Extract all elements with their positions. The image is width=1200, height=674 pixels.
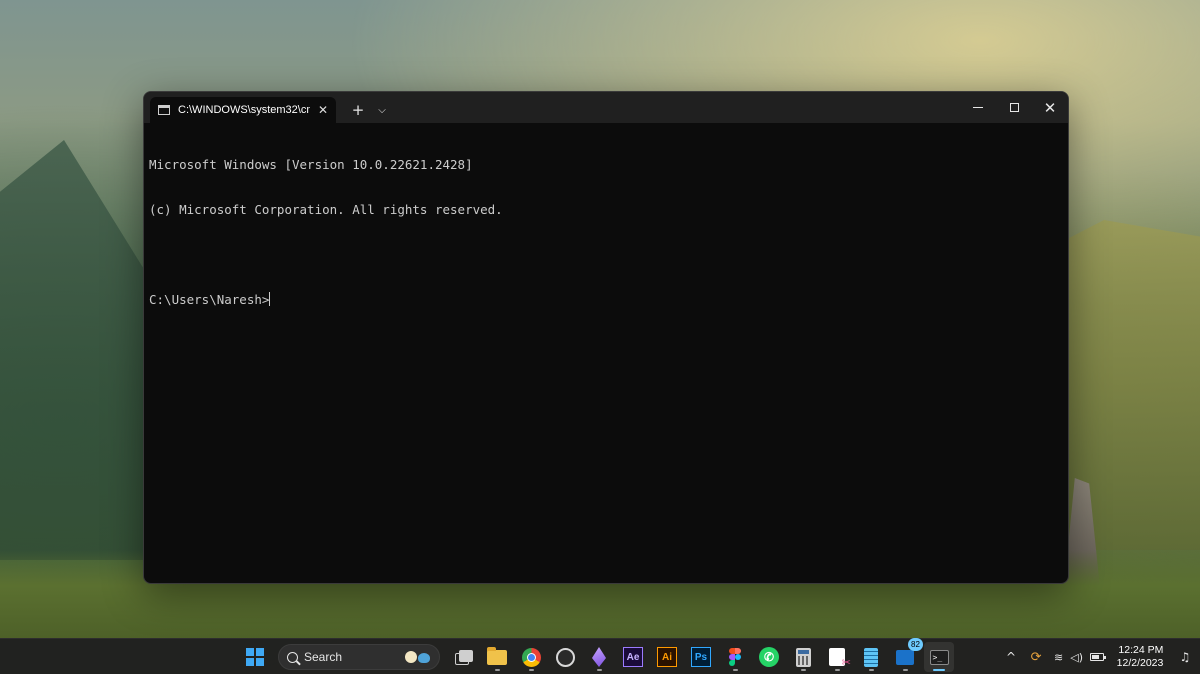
clock-time: 12:24 PM <box>1118 644 1164 656</box>
minimize-icon <box>973 107 983 108</box>
running-indicator <box>495 669 500 671</box>
wifi-icon: ≋ <box>1054 650 1064 664</box>
figma-icon <box>729 648 741 666</box>
taskbar-app-photoshop[interactable]: Ps <box>686 642 716 672</box>
search-icon <box>287 651 298 663</box>
console-prompt-line[interactable]: C:\Users\Naresh> <box>149 292 1063 307</box>
calculator-icon <box>795 647 811 667</box>
taskbar-search[interactable]: Search <box>278 644 440 670</box>
minimize-button[interactable] <box>960 92 996 123</box>
folder-icon <box>487 646 507 665</box>
taskbar-app-figma[interactable] <box>720 642 750 672</box>
console-prompt: C:\Users\Naresh> <box>149 292 270 307</box>
taskbar-app-gem[interactable] <box>584 642 614 672</box>
terminal-icon: >_ <box>929 649 949 665</box>
console-output[interactable]: Microsoft Windows [Version 10.0.22621.24… <box>144 123 1068 341</box>
task-view-button[interactable] <box>448 642 478 672</box>
running-indicator <box>801 669 806 671</box>
running-indicator <box>903 669 908 671</box>
new-tab-button[interactable]: + <box>344 97 372 123</box>
tab-close-icon[interactable]: ✕ <box>318 103 328 117</box>
whatsapp-icon: ✆ <box>759 647 779 667</box>
taskbar-app-after-effects[interactable]: Ae <box>618 642 648 672</box>
notepad-icon <box>864 647 878 667</box>
sync-icon[interactable]: ⟳ <box>1024 642 1048 672</box>
illustrator-icon: Ai <box>657 647 677 667</box>
snipping-tool-icon <box>829 648 851 669</box>
terminal-titlebar[interactable]: C:\WINDOWS\system32\cmd. ✕ + ⌵ ✕ <box>144 92 1068 123</box>
bell-icon: ♫ <box>1179 650 1191 664</box>
maximize-icon <box>1009 103 1019 112</box>
maximize-button[interactable] <box>996 92 1032 123</box>
taskbar-app-outlook[interactable]: 82 <box>890 638 923 672</box>
running-indicator <box>869 669 874 671</box>
photoshop-icon: Ps <box>691 647 711 667</box>
tab-cmd[interactable]: C:\WINDOWS\system32\cmd. ✕ <box>150 97 336 123</box>
show-hidden-icons-button[interactable]: ^ <box>998 642 1024 672</box>
active-indicator <box>933 669 945 671</box>
window-controls: ✕ <box>960 92 1068 123</box>
tab-dropdown-button[interactable]: ⌵ <box>372 97 392 123</box>
cmd-icon <box>158 105 170 115</box>
windows-logo-icon <box>246 648 264 666</box>
taskbar-app-notepad[interactable] <box>856 642 886 672</box>
terminal-window[interactable]: C:\WINDOWS\system32\cmd. ✕ + ⌵ ✕ Microso… <box>143 91 1069 584</box>
taskbar-app-illustrator[interactable]: Ai <box>652 642 682 672</box>
start-button[interactable] <box>240 642 270 672</box>
obs-icon <box>555 647 575 667</box>
taskbar-app-snipping-tool[interactable] <box>822 642 852 672</box>
clock-date: 12/2/2023 <box>1116 657 1164 669</box>
chrome-icon <box>521 647 541 667</box>
taskbar-apps: Search Ae Ai Ps ✆ ✂ 82 >_ <box>240 638 954 674</box>
taskbar-app-file-explorer[interactable] <box>482 642 512 672</box>
taskbar: Search Ae Ai Ps ✆ ✂ 82 >_ ^ ⟳ ≋ ◁) 12:24… <box>0 638 1200 674</box>
console-line: (c) Microsoft Corporation. All rights re… <box>149 202 503 217</box>
clock[interactable]: 12:24 PM 12/2/2023 <box>1110 642 1170 672</box>
system-tray: ^ ⟳ ≋ ◁) 12:24 PM 12/2/2023 ♫ <box>998 639 1200 674</box>
tab-title: C:\WINDOWS\system32\cmd. <box>178 104 310 116</box>
taskbar-app-calculator[interactable] <box>788 642 818 672</box>
after-effects-icon: Ae <box>623 647 643 667</box>
running-indicator <box>733 669 738 671</box>
search-label: Search <box>304 650 343 664</box>
taskbar-app-whatsapp[interactable]: ✆ <box>754 642 784 672</box>
gem-icon <box>592 647 606 667</box>
notification-count-badge: 82 <box>908 638 923 651</box>
text-cursor <box>269 292 271 306</box>
notifications-button[interactable]: ♫ <box>1170 642 1200 672</box>
task-view-icon <box>453 647 473 667</box>
running-indicator <box>597 669 602 671</box>
battery-icon <box>1090 653 1106 661</box>
console-line: Microsoft Windows [Version 10.0.22621.24… <box>149 157 473 172</box>
close-button[interactable]: ✕ <box>1032 92 1068 123</box>
running-indicator <box>529 669 534 671</box>
taskbar-app-obs[interactable] <box>550 642 580 672</box>
quick-settings-button[interactable]: ≋ ◁) <box>1048 642 1110 672</box>
taskbar-app-terminal[interactable]: >_ <box>924 642 954 672</box>
taskbar-app-chrome[interactable] <box>516 642 546 672</box>
running-indicator <box>835 669 840 671</box>
search-highlight-icon <box>403 648 431 666</box>
volume-icon: ◁) <box>1070 650 1083 664</box>
outlook-icon <box>896 649 914 665</box>
